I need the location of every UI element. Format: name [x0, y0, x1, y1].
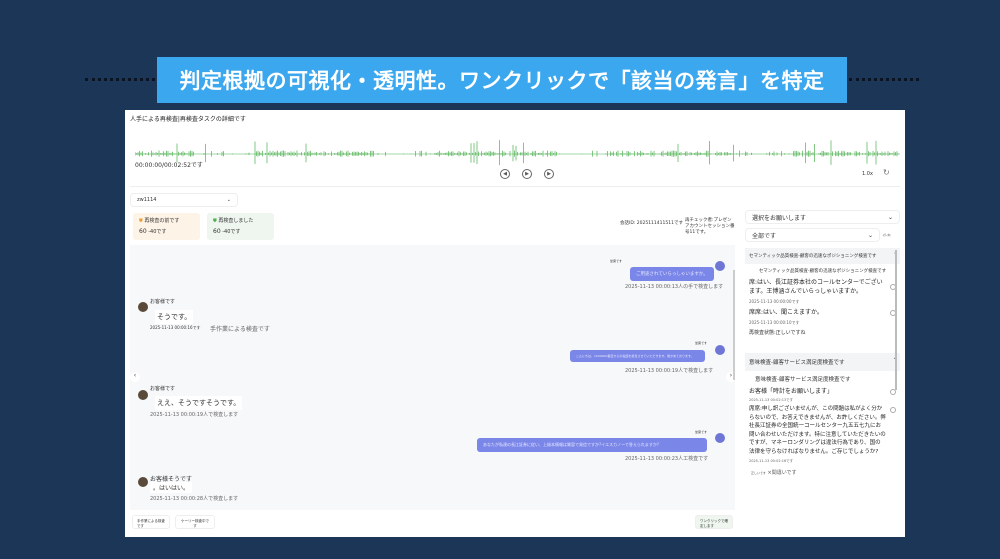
manual-inspection-button[interactable]: 手作業による検査です: [132, 515, 170, 529]
stat-card-after: ⛊ 再検査しました 60 -40です: [207, 213, 274, 240]
stat-label: 再検査しました: [218, 218, 254, 224]
utterance-timestamp: 2025-11-13 00:00:10です: [749, 320, 800, 325]
sidebar-scrollbar[interactable]: [895, 250, 897, 390]
scrollbar[interactable]: [733, 270, 735, 380]
checking-button[interactable]: ケーリー検査中です: [175, 515, 215, 529]
message-bubble: そうです。: [155, 310, 194, 324]
utterance-text[interactable]: 席席:申し訳ございませんが、この問題は私がよく分からないので、お答えできませんが…: [749, 405, 886, 456]
message-timestamp: 2025-11-13 00:00:16です: [150, 325, 201, 330]
stat-value: 60: [139, 228, 147, 235]
utterance-text[interactable]: お客様「時計をお願いします」: [749, 387, 886, 396]
audio-player: 00:00:00/00:02:52です: [130, 130, 900, 187]
shield-check-icon: ⛊: [213, 218, 217, 224]
section-subtitle: 意味検査-顧客サービス満足度検査です: [755, 377, 851, 383]
session-id: 会話ID: 2025111411511です: [620, 221, 683, 226]
headline-banner: 判定根拠の可視化・透明性。ワンクリックで「該当の発言」を特定: [157, 57, 847, 103]
stat-card-before: ⛊ 再検査の前です 60 -40です: [133, 213, 200, 240]
agent-select[interactable]: zw1114 ⌄: [130, 193, 238, 207]
utterance-text[interactable]: 席:はい、長江証券本社のコールセンターでございます。王博涵さんでいらっしゃいます…: [749, 278, 886, 296]
section-title: セマンティック品質検査-顧客の迅速なポジショニング検査です: [749, 254, 877, 259]
utterance-timestamp: 2025-11-13 00:02:16です: [749, 459, 794, 463]
agent-avatar: [715, 345, 725, 355]
shield-icon: ⛊: [139, 218, 143, 224]
message-timestamp: 2025-11-13 00:00:19人で検査します: [625, 368, 714, 374]
speaker: お客様です: [150, 386, 176, 392]
stat-label: 再検査の前です: [144, 218, 180, 224]
app-window: 人手による再検査|再検査タスクの詳細です 00:00:00/00:02:52です…: [125, 110, 905, 537]
stat-value: 60: [213, 228, 221, 235]
correct-option[interactable]: 正しいです: [751, 471, 766, 475]
prev-arrow-icon[interactable]: ‹: [130, 372, 140, 382]
customer-avatar: [138, 390, 148, 400]
speaker: お客様です: [150, 299, 176, 305]
submit-button[interactable]: ワンクリックで確定します: [695, 515, 733, 529]
speed-control[interactable]: 1.0x: [862, 171, 873, 177]
checker-info: 再チェック者:プレゼンアカウントセッション番号11です。: [685, 218, 735, 235]
incorrect-option[interactable]: ×間違いです: [768, 470, 797, 476]
chevron-down-icon: ⌄: [226, 197, 231, 203]
utterance-timestamp: 2025-11-13 00:02:13です: [749, 398, 794, 402]
status-select[interactable]: 全部です ⌄: [745, 228, 880, 242]
play-icon[interactable]: ▶: [522, 169, 532, 179]
message-bubble: ご用途されていらっしゃいますか。: [630, 267, 714, 281]
chevron-down-icon: ⌄: [887, 213, 893, 221]
playback-time: 00:00:00/00:02:52です: [135, 162, 203, 169]
skip-back-icon[interactable]: ◀: [500, 169, 510, 179]
section-header[interactable]: セマンティック品質検査-顧客の迅速なポジショニング検査です˄: [745, 248, 900, 264]
dotted-line-right: [849, 78, 919, 81]
message-timestamp: 2025-11-13 00:00:23人工検査です: [625, 456, 709, 462]
section-satisfaction: 意味検査-顧客サービス満足度検査です˄ 意味検査-顧客サービス満足度検査です お…: [745, 353, 900, 478]
status-select-extra: ｽﾃｰﾀｽ: [883, 233, 891, 237]
rule-select-value: 選択をお願いします: [752, 214, 807, 222]
check-circle-icon[interactable]: [890, 407, 896, 413]
message-bubble: あなたが私達の長江証券に従い、上級本情報は質容で発信ですか?イエスカノーで答えら…: [477, 438, 707, 452]
stat-sub: -40です: [222, 229, 241, 235]
stat-sub: -40です: [148, 229, 167, 235]
inspection-sidebar: 選択をお願いします ⌄ 全部です ⌄ ｽﾃｰﾀｽ セマンティック品質検査-顧客の迅速…: [745, 210, 900, 478]
customer-avatar: [138, 477, 148, 487]
message-bubble: こんにちは、1000000番目からの電話を担当させていただきます、確かめておりま…: [570, 350, 705, 362]
inspection-note: 手作業による検査です: [210, 326, 270, 333]
section-positioning: セマンティック品質検査-顧客の迅速なポジショニング検査です˄ セマンティック品質…: [745, 248, 900, 353]
agent-select-value: zw1114: [137, 197, 157, 203]
agent-avatar: [715, 433, 725, 443]
chevron-down-icon: ⌄: [867, 231, 873, 239]
section-header[interactable]: 意味検査-顧客サービス満足度検査です˄: [745, 353, 900, 371]
utterance-text[interactable]: 席席:はい、聞こえますか。: [749, 308, 886, 317]
section-title: 意味検査-顧客サービス満足度検査です: [749, 360, 845, 366]
recheck-status: 再検査状態:正しいですね: [749, 330, 806, 336]
utterance-timestamp: 2025-11-13 00:00:00です: [749, 299, 800, 304]
status-select-value: 全部です: [752, 232, 777, 240]
speaker: 坐席です: [695, 341, 708, 345]
customer-avatar: [138, 302, 148, 312]
section-subtitle: セマンティック品質検査-顧客の迅速なポジショニング検査です: [758, 269, 887, 274]
message-bubble: ええ、そうですそうです。: [155, 396, 243, 410]
message-timestamp: 2025-11-13 00:00:28人で検査します: [150, 496, 239, 502]
refresh-icon[interactable]: ↻: [883, 168, 890, 177]
chat-transcript[interactable]: 坐席です ご用途されていらっしゃいますか。 2025-11-13 00:00:1…: [130, 245, 736, 510]
page-title: 人手による再検査|再検査タスクの詳細です: [130, 116, 246, 123]
skip-forward-icon[interactable]: ▶: [544, 169, 554, 179]
agent-avatar: [715, 261, 725, 271]
waveform[interactable]: [135, 140, 900, 170]
message-timestamp: 2025-11-13 00:00:13人の手で検査します: [625, 284, 724, 290]
message-bubble: 。はいはい。: [150, 482, 193, 493]
dotted-line-left: [85, 78, 155, 81]
speaker: 坐席です: [610, 259, 623, 263]
rule-select[interactable]: 選択をお願いします ⌄: [745, 210, 900, 224]
speaker: 坐席です: [695, 430, 708, 434]
message-timestamp: 2025-11-13 00:00:19人で検査します: [150, 412, 239, 418]
